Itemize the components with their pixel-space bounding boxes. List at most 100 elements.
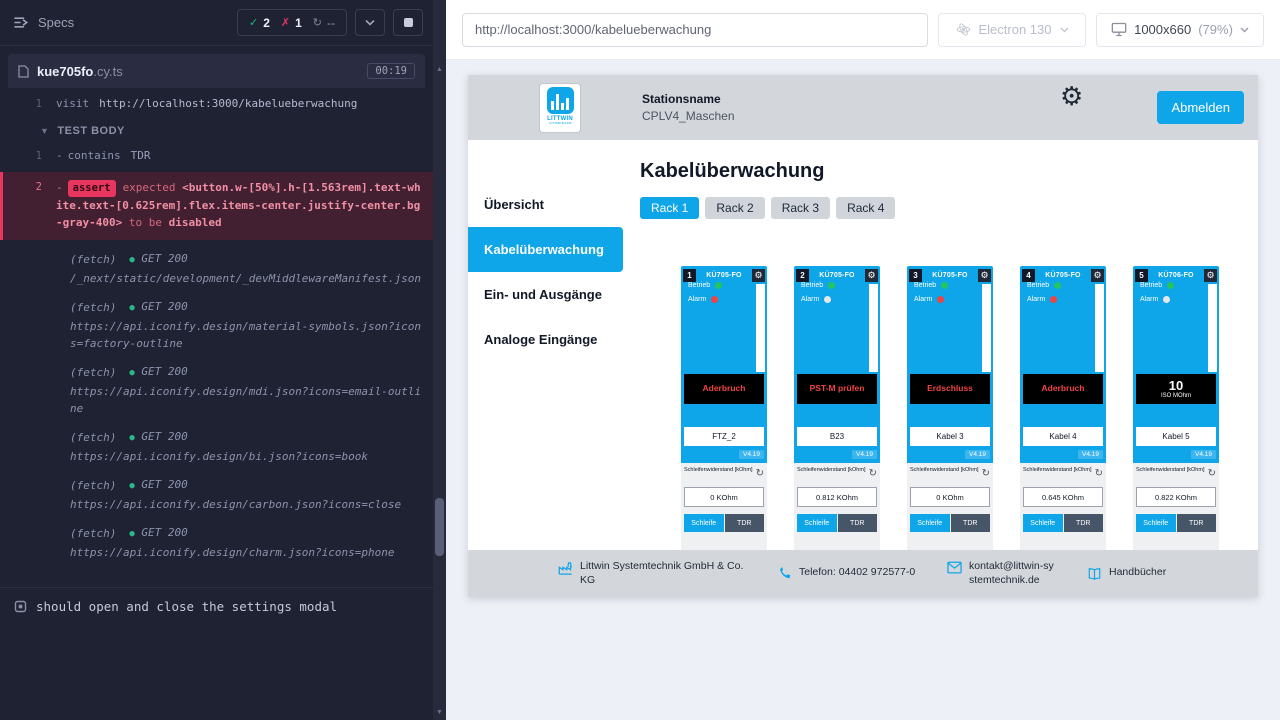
tab-rack-2[interactable]: Rack 2	[705, 197, 764, 219]
chevron-down-icon	[365, 19, 375, 26]
alarm-led	[1163, 296, 1170, 303]
schleife-button[interactable]: Schleife	[684, 514, 724, 532]
cable-name: Kabel 4	[1023, 427, 1103, 446]
test-body-section[interactable]: ▼ TEST BODY	[0, 116, 433, 144]
refresh-button[interactable]: ↻	[869, 469, 877, 479]
logo-brand: LITTWIN	[547, 116, 573, 122]
device-settings-button[interactable]: ⚙	[1204, 269, 1217, 282]
aut-panel: Electron 130 1000x660 (79%) LITTWIN SYST…	[446, 0, 1280, 720]
reporter-topbar: Specs ✓2 ✗1 ↻--	[0, 0, 433, 46]
firmware-version: V4.19	[1078, 450, 1103, 459]
status-display: Erdschluss	[910, 374, 990, 404]
schleife-button[interactable]: Schleife	[1023, 514, 1063, 532]
command-contains[interactable]: 1 containsTDR	[0, 144, 433, 168]
scrollbar-thumb[interactable]	[435, 498, 444, 556]
browser-select[interactable]: Electron 130	[938, 13, 1086, 47]
gear-icon: ⚙	[867, 271, 875, 280]
fetch-url: https://api.iconify.design/mdi.json?icon…	[70, 383, 421, 417]
tab-rack-3[interactable]: Rack 3	[771, 197, 830, 219]
tab-rack-4[interactable]: Rack 4	[836, 197, 895, 219]
tab-rack-1[interactable]: Rack 1	[640, 197, 699, 219]
fetch-status: GET 200	[141, 300, 187, 313]
chevron-down-icon	[1060, 27, 1069, 33]
url-input[interactable]	[462, 13, 928, 47]
device-settings-button[interactable]: ⚙	[1091, 269, 1104, 282]
measurement-label: Schleifenwiderstand [kOhm]	[684, 467, 752, 474]
level-gauge	[1208, 284, 1217, 372]
tdr-button[interactable]: TDR	[725, 514, 765, 532]
test-stats[interactable]: ✓2 ✗1 ↻--	[237, 9, 347, 36]
refresh-icon: ↻	[869, 468, 877, 479]
stop-icon	[404, 18, 413, 27]
tdr-button[interactable]: TDR	[1177, 514, 1217, 532]
sidebar-item-uebersicht[interactable]: Übersicht	[468, 182, 623, 227]
device-number: 3	[909, 269, 922, 282]
cable-name: Kabel 5	[1136, 427, 1216, 446]
device-settings-button[interactable]: ⚙	[865, 269, 878, 282]
fetch-label: (fetch)	[70, 299, 116, 316]
measurement-label: Schleifenwiderstand [kOhm]	[797, 467, 865, 474]
test-icon	[14, 600, 27, 613]
fetch-log-entry[interactable]: (fetch)● GET 200 https://api.iconify.des…	[70, 524, 421, 561]
fetch-log-entry[interactable]: (fetch)● GET 200 /_next/static/developme…	[70, 250, 421, 287]
footer-manuals[interactable]: Handbücher	[1087, 566, 1166, 581]
failed-assert[interactable]: 2 assertexpected <button.w-[50%].h-[1.56…	[0, 172, 433, 240]
scroll-down-icon[interactable]: ▼	[433, 709, 446, 716]
stop-button[interactable]	[393, 9, 423, 36]
command-visit[interactable]: 1 visithttp://localhost:3000/kabelueberw…	[0, 92, 433, 116]
fetch-log-entry[interactable]: (fetch)● GET 200 https://api.iconify.des…	[70, 363, 421, 417]
status-dot: ●	[129, 303, 134, 313]
alarm-led	[711, 296, 718, 303]
aut-toolbar: Electron 130 1000x660 (79%)	[446, 0, 1280, 60]
cable-name: Kabel 3	[910, 427, 990, 446]
measurement-label: Schleifenwiderstand [kOhm]	[1136, 467, 1204, 474]
fetch-log-entry[interactable]: (fetch)● GET 200 https://api.iconify.des…	[70, 428, 421, 465]
fetch-log-entry[interactable]: (fetch)● GET 200 https://api.iconify.des…	[70, 476, 421, 513]
restart-icon: ↻	[313, 16, 322, 29]
line-number: 1	[0, 148, 56, 164]
refresh-button[interactable]: ↻	[756, 469, 764, 479]
littwin-logo: LITTWIN SYSTEMTECHNIK	[540, 84, 580, 132]
schleife-button[interactable]: Schleife	[797, 514, 837, 532]
tdr-button[interactable]: TDR	[951, 514, 991, 532]
alarm-led	[824, 296, 831, 303]
command-message: TDR	[131, 149, 151, 162]
reporter-scrollbar[interactable]: ▲ ▼	[433, 0, 446, 720]
device-title: KÜ705-FO	[922, 272, 978, 279]
settings-button[interactable]: ⚙	[1060, 83, 1083, 109]
spec-file: kue705fo.cy.ts	[18, 64, 123, 79]
schleife-button[interactable]: Schleife	[1136, 514, 1176, 532]
specs-label: Specs	[38, 15, 74, 30]
sidebar-item-ein-und-ausgaenge[interactable]: Ein- und Ausgänge	[468, 272, 623, 317]
viewport-select[interactable]: 1000x660 (79%)	[1096, 13, 1264, 47]
device-number: 4	[1022, 269, 1035, 282]
collapse-button[interactable]	[355, 9, 385, 36]
next-test-row[interactable]: should open and close the settings modal	[0, 587, 433, 625]
fetch-log-entry[interactable]: (fetch)● GET 200 https://api.iconify.des…	[70, 298, 421, 352]
refresh-button[interactable]: ↻	[1208, 469, 1216, 479]
alarm-indicator: Alarm	[794, 296, 880, 303]
fetch-status: GET 200	[141, 365, 187, 378]
scroll-up-icon[interactable]: ▲	[433, 66, 446, 73]
spec-header[interactable]: kue705fo.cy.ts 00:19	[8, 54, 425, 88]
tdr-button[interactable]: TDR	[838, 514, 878, 532]
refresh-button[interactable]: ↻	[1095, 469, 1103, 479]
device-title: KÜ705-FO	[1035, 272, 1091, 279]
specs-button[interactable]: Specs	[14, 15, 74, 30]
schleife-button[interactable]: Schleife	[910, 514, 950, 532]
device-settings-button[interactable]: ⚙	[978, 269, 991, 282]
betrieb-led	[828, 282, 835, 289]
device-card-1: 1 KÜ705-FO ⚙ Betrieb Alarm Aderbruch FTZ…	[681, 266, 767, 556]
electron-icon	[956, 22, 971, 37]
footer-email: kontakt@littwin-systemtechnik.de	[947, 560, 1057, 586]
sidebar-item-kabelueberwachung[interactable]: Kabelüberwachung	[468, 227, 623, 272]
tdr-button[interactable]: TDR	[1064, 514, 1104, 532]
command-dash	[56, 181, 68, 194]
fetch-label: (fetch)	[70, 251, 116, 268]
refresh-button[interactable]: ↻	[982, 469, 990, 479]
line-number: 1	[0, 96, 56, 112]
logout-button[interactable]: Abmelden	[1157, 91, 1244, 124]
device-card-3: 3 KÜ705-FO ⚙ Betrieb Alarm Erdschluss Ka…	[907, 266, 993, 556]
sidebar-item-analoge-eingaenge[interactable]: Analoge Eingänge	[468, 317, 623, 362]
device-settings-button[interactable]: ⚙	[752, 269, 765, 282]
